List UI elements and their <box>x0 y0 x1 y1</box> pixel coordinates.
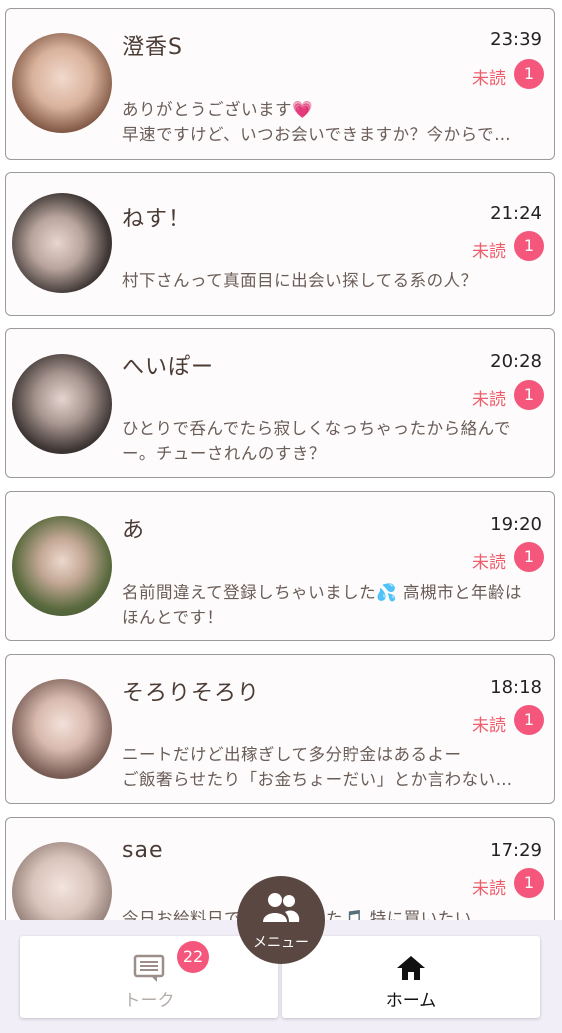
message-preview-line2: ほんとです！ <box>122 608 224 627</box>
message-preview-line1: ありがとうございます💗 <box>122 100 314 119</box>
conversation-card[interactable]: そろりそろり 18:18 未読 1 ニートだけど出稼ぎして多分貯金はあるよー ご… <box>5 654 555 804</box>
unread-count-badge: 1 <box>514 542 544 572</box>
avatar <box>12 842 112 920</box>
message-preview-line1: 村下さんって真面目に出会い探してる系の人？ <box>122 271 478 290</box>
menu-label: メニュー <box>253 935 309 951</box>
unread-label: 未読 <box>472 879 506 899</box>
message-time: 23:39 <box>490 29 542 50</box>
message-preview-line2: 早速ですけど、いつお会いできますか？今からで… <box>122 125 512 144</box>
unread-count-badge: 1 <box>514 231 544 261</box>
avatar <box>12 33 112 133</box>
message-preview-line1: 名前間違えて登録しちゃいました💦 高槻市と年齢は <box>122 583 522 602</box>
unread-label: 未読 <box>472 69 506 89</box>
unread-count-badge: 1 <box>514 868 544 898</box>
chat-icon <box>133 954 165 988</box>
avatar <box>12 193 112 293</box>
unread-count-badge: 1 <box>514 705 544 735</box>
conversation-list: 澄香S 23:39 未読 1 ありがとうございます💗 早速ですけど、いつお会いで… <box>0 0 562 920</box>
message-time: 21:24 <box>490 203 542 224</box>
menu-button[interactable]: メニュー <box>237 876 325 964</box>
message-time: 20:28 <box>490 351 542 372</box>
home-icon <box>395 954 427 986</box>
conversation-card[interactable]: あ 19:20 未読 1 名前間違えて登録しちゃいました💦 高槻市と年齢は ほん… <box>5 491 555 641</box>
unread-label: 未読 <box>472 716 506 736</box>
message-preview-line1: ニートだけど出稼ぎして多分貯金はあるよー <box>122 745 462 764</box>
message-preview-line2: ご飯奢らせたり「お金ちょーだい」とか言わない… <box>122 770 513 789</box>
unread-label: 未読 <box>472 242 506 262</box>
message-preview-line1: 今日お給料日で…が出ました🎵 特に買いたい <box>122 909 472 920</box>
contact-name: sae <box>122 838 164 863</box>
unread-label: 未読 <box>472 553 506 573</box>
message-preview-line1: ひとりで呑んでたら寂しくなっちゃったから絡んで <box>122 419 511 438</box>
unread-count-badge: 1 <box>514 380 544 410</box>
users-icon <box>261 890 301 930</box>
contact-name: ねす！ <box>122 207 192 232</box>
contact-name: あ <box>122 518 146 543</box>
conversation-card[interactable]: へいぽー 20:28 未読 1 ひとりで呑んでたら寂しくなっちゃったから絡んで … <box>5 328 555 478</box>
avatar <box>12 354 112 454</box>
unread-label: 未読 <box>472 390 506 410</box>
conversation-card[interactable]: ねす！ 21:24 未読 1 村下さんって真面目に出会い探してる系の人？ <box>5 172 555 316</box>
message-time: 17:29 <box>490 840 542 861</box>
message-preview-line2: ー。チューされんのすき？ <box>122 444 326 463</box>
tab-talk-label: トーク <box>123 991 175 1011</box>
avatar <box>12 516 112 616</box>
message-time: 18:18 <box>490 677 542 698</box>
contact-name: 澄香S <box>122 35 183 60</box>
message-time: 19:20 <box>490 514 542 535</box>
contact-name: へいぽー <box>122 355 215 380</box>
tab-home-label: ホーム <box>385 991 437 1011</box>
conversation-card[interactable]: 澄香S 23:39 未読 1 ありがとうございます💗 早速ですけど、いつお会いで… <box>5 8 555 160</box>
talk-unread-badge: 22 <box>177 941 209 973</box>
avatar <box>12 679 112 779</box>
unread-count-badge: 1 <box>514 59 544 89</box>
contact-name: そろりそろり <box>122 681 261 706</box>
